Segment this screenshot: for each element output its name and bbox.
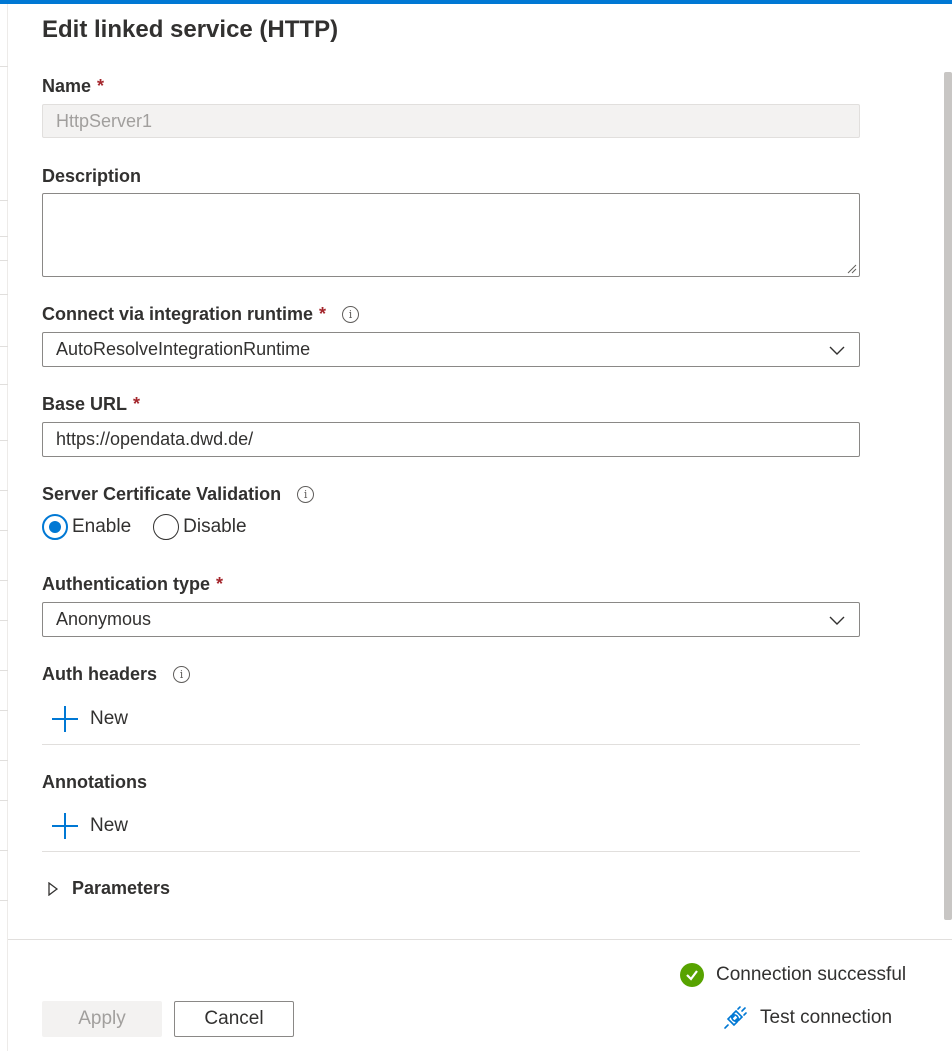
plus-icon: [52, 706, 78, 732]
divider: [42, 851, 860, 852]
test-connection-label: Test connection: [760, 1007, 893, 1028]
base-url-input[interactable]: https://opendata.dwd.de/: [42, 422, 860, 457]
parameters-label: Parameters: [72, 878, 171, 898]
cert-validation-label: Server Certificate Validation i: [42, 484, 315, 505]
annotations-new-button[interactable]: New: [52, 813, 128, 839]
disable-radio-label[interactable]: Disable: [183, 516, 246, 538]
enable-radio-label[interactable]: Enable: [72, 516, 131, 538]
auth-headers-label-text: Auth headers: [42, 664, 158, 684]
connection-status-text: Connection successful: [716, 964, 907, 985]
name-input-value: HttpServer1: [56, 110, 153, 131]
runtime-label-text: Connect via integration runtime: [42, 304, 314, 324]
auth-type-value: Anonymous: [56, 609, 152, 629]
auth-type-label-text: Authentication type: [42, 574, 211, 594]
plus-icon: [52, 813, 78, 839]
top-accent-bar: [0, 0, 952, 4]
check-circle-icon: [680, 963, 704, 987]
cert-validation-radio-group: Enable Disable: [42, 514, 269, 540]
description-textarea[interactable]: [42, 193, 860, 277]
new-button-label: New: [90, 708, 129, 729]
name-label-text: Name: [42, 76, 92, 96]
panel-title: Edit linked service (HTTP): [42, 16, 339, 43]
background-page-edge: [0, 4, 8, 1051]
cancel-button[interactable]: Cancel: [174, 1001, 294, 1037]
plug-icon: [724, 1006, 747, 1029]
auth-type-label: Authentication type *: [42, 574, 223, 595]
runtime-select[interactable]: AutoResolveIntegrationRuntime: [42, 332, 860, 367]
info-icon[interactable]: i: [342, 306, 360, 323]
annotations-label: Annotations: [42, 772, 147, 793]
vertical-scrollbar[interactable]: [944, 72, 952, 920]
apply-button[interactable]: Apply: [42, 1001, 162, 1037]
radio-dot: [49, 521, 61, 533]
base-url-value: https://opendata.dwd.de/: [56, 429, 254, 449]
name-label: Name *: [42, 76, 104, 97]
annotations-label-text: Annotations: [42, 772, 147, 792]
cert-validation-label-text: Server Certificate Validation: [42, 484, 282, 504]
runtime-select-value: AutoResolveIntegrationRuntime: [56, 339, 311, 359]
divider: [42, 744, 860, 745]
chevron-down-icon: [829, 616, 845, 625]
auth-headers-new-button[interactable]: New: [52, 706, 128, 732]
enable-radio[interactable]: [42, 514, 68, 540]
auth-type-select[interactable]: Anonymous: [42, 602, 860, 637]
footer-divider: [8, 939, 952, 940]
base-url-label: Base URL *: [42, 394, 140, 415]
caret-right-icon: [48, 881, 58, 896]
parameters-expander[interactable]: Parameters: [48, 878, 170, 899]
required-marker: *: [216, 574, 224, 594]
connection-status: Connection successful: [680, 963, 906, 987]
required-marker: *: [319, 304, 327, 324]
required-marker: *: [133, 394, 141, 414]
disable-radio[interactable]: [153, 514, 180, 540]
info-icon[interactable]: i: [297, 486, 315, 503]
auth-headers-label: Auth headers i: [42, 664, 191, 685]
chevron-down-icon: [829, 346, 845, 355]
required-marker: *: [97, 76, 105, 96]
runtime-label: Connect via integration runtime * i: [42, 304, 360, 325]
description-label: Description: [42, 166, 141, 187]
description-label-text: Description: [42, 166, 142, 186]
test-connection-button[interactable]: Test connection: [722, 1005, 892, 1031]
base-url-label-text: Base URL: [42, 394, 128, 414]
new-button-label: New: [90, 815, 129, 836]
resize-grip-icon[interactable]: [845, 262, 857, 274]
name-input[interactable]: HttpServer1: [42, 104, 860, 138]
info-icon[interactable]: i: [173, 666, 191, 683]
